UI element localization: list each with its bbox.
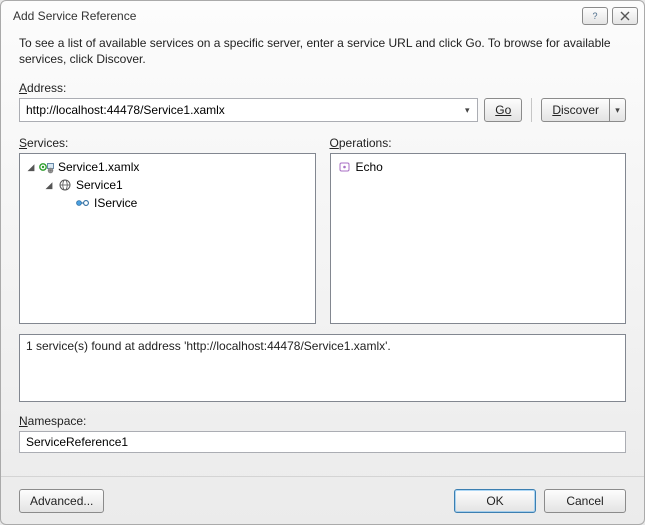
help-button[interactable]: ? bbox=[582, 7, 608, 25]
instructions-text: To see a list of available services on a… bbox=[19, 35, 626, 67]
operations-list[interactable]: Echo bbox=[330, 153, 627, 324]
tree-node-leaf-label: IService bbox=[94, 196, 137, 210]
operation-item-label: Echo bbox=[356, 160, 383, 174]
dialog-footer: Advanced... OK Cancel bbox=[1, 476, 644, 524]
go-button[interactable]: Go bbox=[484, 98, 522, 122]
service-running-icon bbox=[39, 160, 55, 174]
services-tree[interactable]: Service1.xamlx Service1 IService bbox=[19, 153, 316, 324]
globe-icon bbox=[57, 178, 73, 192]
status-box: 1 service(s) found at address 'http://lo… bbox=[19, 334, 626, 402]
status-text: 1 service(s) found at address 'http://lo… bbox=[26, 339, 391, 353]
advanced-button[interactable]: Advanced... bbox=[19, 489, 104, 513]
address-dropdown-icon[interactable]: ▾ bbox=[459, 99, 475, 121]
add-service-reference-dialog: Add Service Reference ? To see a list of… bbox=[0, 0, 645, 525]
tree-node-leaf[interactable]: IService bbox=[22, 194, 313, 212]
tree-node-child[interactable]: Service1 bbox=[22, 176, 313, 194]
ok-button[interactable]: OK bbox=[454, 489, 536, 513]
discover-button[interactable]: Discover bbox=[541, 98, 610, 122]
tree-node-root-label: Service1.xamlx bbox=[58, 160, 139, 174]
tree-node-root[interactable]: Service1.xamlx bbox=[22, 158, 313, 176]
operation-item[interactable]: Echo bbox=[333, 158, 624, 176]
services-label: Services: bbox=[19, 136, 316, 150]
dialog-title: Add Service Reference bbox=[13, 9, 578, 23]
address-input[interactable] bbox=[26, 103, 459, 117]
address-combobox[interactable]: ▾ bbox=[19, 98, 478, 122]
operations-label: Operations: bbox=[330, 136, 627, 150]
tree-node-child-label: Service1 bbox=[76, 178, 123, 192]
discover-dropdown[interactable]: ▾ bbox=[610, 98, 626, 122]
close-button[interactable] bbox=[612, 7, 638, 25]
namespace-label: Namespace: bbox=[19, 414, 626, 428]
svg-text:?: ? bbox=[592, 11, 597, 21]
address-label: Address: bbox=[19, 81, 626, 95]
namespace-input[interactable] bbox=[19, 431, 626, 453]
expand-icon[interactable] bbox=[44, 180, 54, 191]
separator bbox=[531, 98, 532, 122]
interface-icon bbox=[75, 196, 91, 210]
expand-icon[interactable] bbox=[26, 162, 36, 173]
titlebar: Add Service Reference ? bbox=[1, 1, 644, 31]
operation-icon bbox=[337, 160, 353, 174]
cancel-button[interactable]: Cancel bbox=[544, 489, 626, 513]
